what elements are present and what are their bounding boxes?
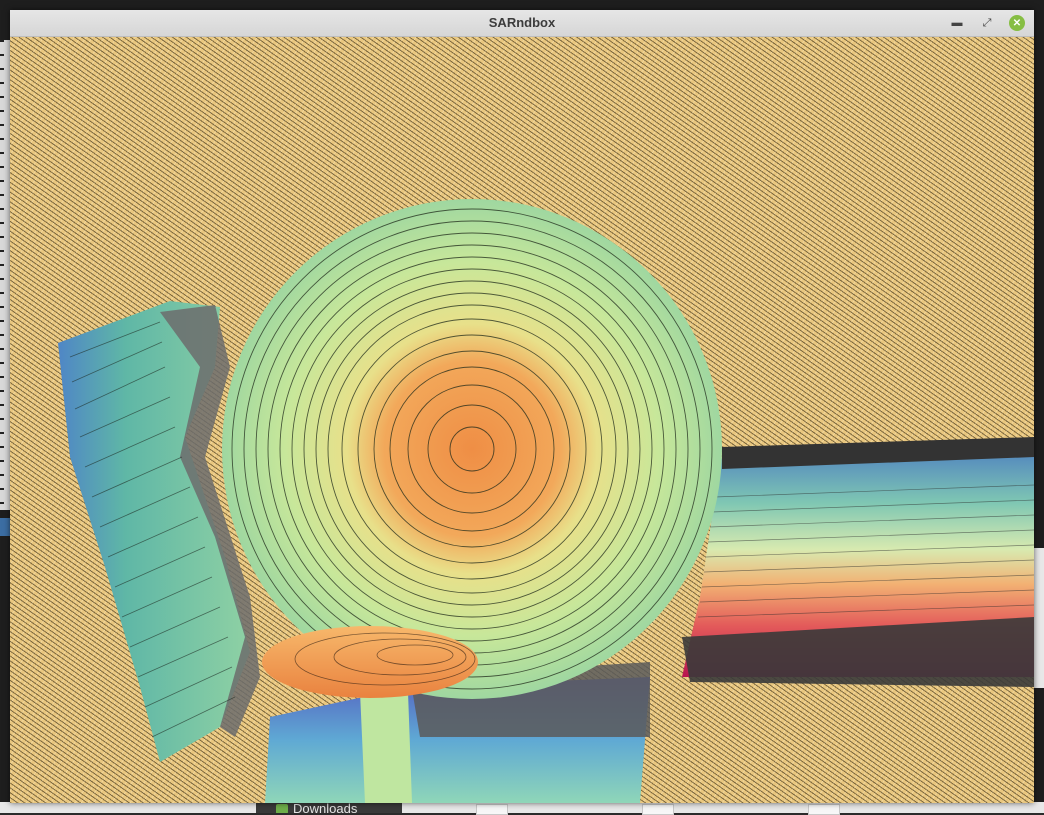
minimize-button[interactable]: ▬ [949,15,965,31]
line-number-gutter [0,40,4,510]
maximize-button[interactable]: ⤢ [979,15,995,31]
titlebar[interactable]: SARndbox ▬ ⤢ ✕ [10,10,1034,37]
taskbar-strip [0,802,1044,813]
central-dome [222,199,722,699]
terrain-render [58,199,1034,803]
sidebar-item-downloads[interactable]: Downloads [276,802,357,813]
close-icon: ✕ [1012,17,1022,29]
file-thumbnail[interactable] [808,804,840,815]
right-block-shape [682,437,1034,687]
minimize-icon: ▬ [951,17,963,29]
window-title: SARndbox [488,15,556,30]
sidebar-item-label: Downloads [293,802,358,813]
selected-line [0,518,10,536]
file-thumbnail[interactable] [642,804,674,815]
file-thumbnail[interactable] [476,804,508,815]
background-window-edge [1034,548,1044,688]
left-wall-shape [58,301,260,762]
sarndbox-window: SARndbox ▬ ⤢ ✕ [10,10,1034,803]
maximize-icon: ⤢ [982,16,992,29]
close-button[interactable]: ✕ [1009,15,1025,31]
folder-icon [276,804,288,813]
sandbox-visualization[interactable] [10,37,1034,803]
